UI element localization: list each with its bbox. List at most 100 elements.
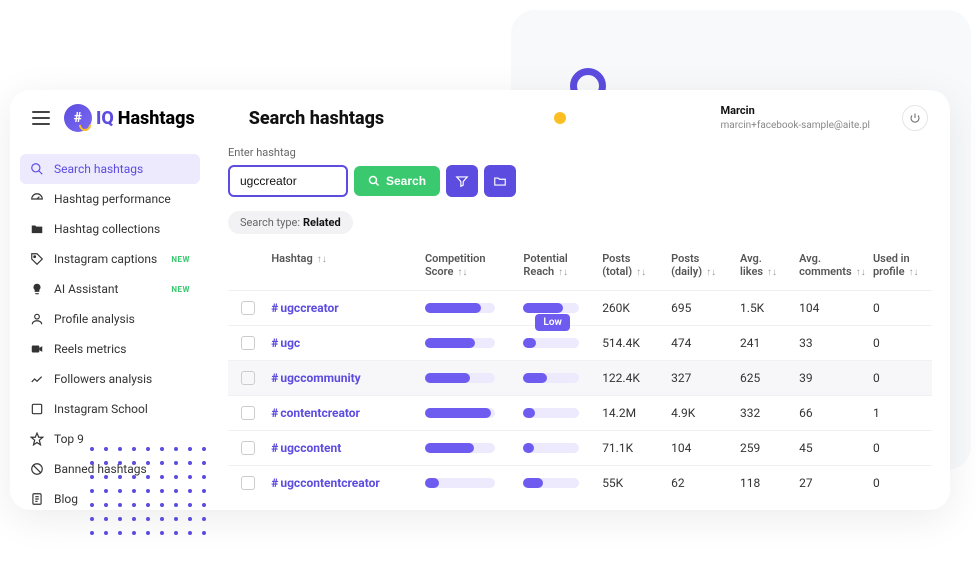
sidebar-item-gauge[interactable]: Hashtag performance: [20, 184, 200, 214]
used-value: 0: [873, 371, 932, 385]
sidebar-item-tag[interactable]: Instagram captionsNEW: [20, 244, 200, 274]
posts-daily-value: 695: [671, 301, 740, 315]
row-checkbox[interactable]: [241, 336, 255, 350]
comments-value: 39: [799, 371, 873, 385]
likes-value: 241: [740, 336, 799, 350]
sidebar-item-folder[interactable]: Hashtag collections: [20, 214, 200, 244]
bulb-icon: [30, 282, 44, 296]
sidebar-item-label: Search hashtags: [54, 162, 143, 176]
new-badge: NEW: [171, 285, 190, 294]
folder-icon: [493, 174, 507, 188]
user-block[interactable]: Marcin marcin+facebook-sample@aite.pl: [720, 104, 870, 131]
main-content: Enter hashtag Search Search type: Relate…: [210, 146, 950, 510]
power-button[interactable]: [902, 105, 928, 131]
sidebar-item-bulb[interactable]: AI Assistant NEW: [20, 274, 200, 304]
reach-bar: [523, 478, 579, 488]
hashtag-link[interactable]: #ugccontentcreator: [271, 476, 379, 490]
hash-icon: #: [271, 336, 278, 350]
row-checkbox[interactable]: [241, 441, 255, 455]
sidebar-item-label: Blog: [54, 492, 78, 506]
filter-icon: [455, 174, 469, 188]
table-row: #ugccreator 260K 695 1.5K 104 0: [228, 290, 932, 325]
user-name: Marcin: [720, 104, 870, 118]
doc-icon: [30, 492, 44, 506]
col-reach[interactable]: Potential Reach↑↓: [523, 252, 602, 278]
hash-icon: #: [271, 476, 278, 490]
gauge-icon: [30, 192, 44, 206]
posts-total-value: 55K: [602, 476, 671, 490]
search-button[interactable]: Search: [354, 166, 440, 196]
likes-value: 625: [740, 371, 799, 385]
comments-value: 66: [799, 406, 873, 420]
hashtag-link[interactable]: #ugc: [271, 336, 300, 350]
search-type-chip[interactable]: Search type: Related: [228, 211, 353, 234]
hashtag-link[interactable]: #contentcreator: [271, 406, 360, 420]
row-checkbox[interactable]: [241, 371, 255, 385]
video-icon: [30, 342, 44, 356]
col-posts-daily[interactable]: Posts (daily)↑↓: [671, 252, 740, 278]
sort-icon: ↑↓: [767, 267, 777, 278]
hash-icon: #: [271, 301, 278, 315]
sidebar-item-user[interactable]: Profile analysis: [20, 304, 200, 334]
sidebar-item-search[interactable]: Search hashtags: [20, 154, 200, 184]
table-row: #ugc Low 514.4K 474 241 33 0: [228, 325, 932, 360]
sidebar-item-label: Reels metrics: [54, 342, 126, 356]
col-comments[interactable]: Avg. comments↑↓: [799, 252, 873, 278]
logo-badge-icon: #: [64, 104, 92, 132]
sidebar-item-chart[interactable]: Followers analysis: [20, 364, 200, 394]
power-icon: [909, 112, 921, 124]
comments-value: 45: [799, 441, 873, 455]
posts-daily-value: 474: [671, 336, 740, 350]
row-checkbox[interactable]: [241, 406, 255, 420]
page-title: Search hashtags: [249, 108, 384, 129]
chart-icon: [30, 372, 44, 386]
competition-bar: [425, 478, 495, 488]
reach-bar: [523, 408, 579, 418]
sort-icon: ↑↓: [558, 267, 568, 278]
col-competition[interactable]: Competition Score↑↓: [425, 252, 523, 278]
likes-value: 118: [740, 476, 799, 490]
row-checkbox[interactable]: [241, 476, 255, 490]
new-badge: NEW: [171, 255, 190, 264]
reach-bar: Low: [523, 338, 579, 348]
used-value: 0: [873, 476, 932, 490]
search-button-label: Search: [386, 174, 426, 188]
search-type-prefix: Search type:: [240, 216, 300, 229]
comments-value: 33: [799, 336, 873, 350]
used-value: 0: [873, 301, 932, 315]
sidebar-item-label: AI Assistant: [54, 282, 118, 296]
hash-icon: #: [271, 371, 278, 385]
row-checkbox[interactable]: [241, 301, 255, 315]
table-row: #ugccommunity 122.4K 327 625 39 0: [228, 360, 932, 395]
hamburger-menu-icon[interactable]: [32, 111, 50, 125]
filter-button[interactable]: [446, 165, 478, 197]
posts-total-value: 71.1K: [602, 441, 671, 455]
competition-bar: [425, 373, 495, 383]
search-input[interactable]: [228, 165, 348, 197]
hash-icon: #: [271, 441, 278, 455]
school-icon: [30, 402, 44, 416]
hashtag-link[interactable]: #ugccommunity: [271, 371, 360, 385]
folder-button[interactable]: [484, 165, 516, 197]
user-email: marcin+facebook-sample@aite.pl: [720, 119, 870, 132]
competition-bar: [425, 408, 495, 418]
col-used[interactable]: Used in profile↑↓: [873, 252, 932, 278]
tag-icon: [30, 252, 44, 266]
results-table: Hashtag↑↓ Competition Score↑↓ Potential …: [228, 240, 932, 500]
reach-bar: [523, 443, 579, 453]
sidebar-item-label: Hashtag collections: [54, 222, 160, 236]
sidebar-item-label: Top 9: [54, 432, 84, 446]
hashtag-link[interactable]: #ugccontent: [271, 441, 341, 455]
comments-value: 104: [799, 301, 873, 315]
hashtag-link[interactable]: #ugccreator: [271, 301, 338, 315]
logo[interactable]: # IQ Hashtags: [64, 104, 195, 132]
sidebar-item-school[interactable]: Instagram School: [20, 394, 200, 424]
reach-bar: [523, 373, 579, 383]
competition-bar: [425, 443, 495, 453]
col-posts-total[interactable]: Posts (total)↑↓: [602, 252, 671, 278]
logo-name: Hashtags: [118, 108, 195, 129]
col-likes[interactable]: Avg. likes↑↓: [740, 252, 799, 278]
sidebar-item-video[interactable]: Reels metrics: [20, 334, 200, 364]
col-hashtag[interactable]: Hashtag↑↓: [267, 252, 425, 278]
table-row: #ugccontent 71.1K 104 259 45 0: [228, 430, 932, 465]
